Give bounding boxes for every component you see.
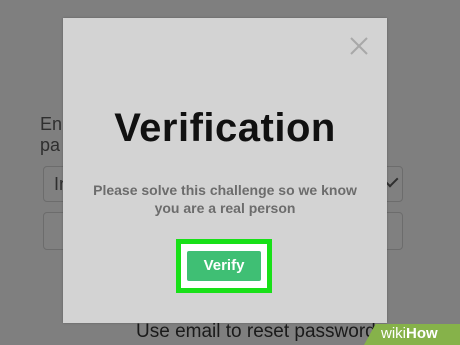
wikihow-watermark: wikiHow: [364, 324, 460, 345]
watermark-prefix: wiki: [381, 325, 406, 342]
reset-password-link: Use email to reset password: [136, 321, 376, 342]
page: En pa In Use email to reset password Ver…: [0, 0, 460, 345]
watermark-suffix: How: [406, 325, 438, 342]
close-icon[interactable]: [349, 36, 369, 56]
modal-title: Verification: [114, 106, 336, 150]
modal-message: Please solve this challenge so we know y…: [93, 182, 357, 216]
verify-button[interactable]: Verify: [187, 251, 261, 281]
background-label: pa: [40, 135, 61, 155]
logo-icon: [158, 0, 268, 20]
watermark-text: wikiHow: [381, 325, 438, 342]
verification-modal: Verification Please solve this challenge…: [63, 18, 387, 323]
background-label: En: [40, 114, 63, 134]
verify-highlight: Verify: [176, 239, 272, 293]
